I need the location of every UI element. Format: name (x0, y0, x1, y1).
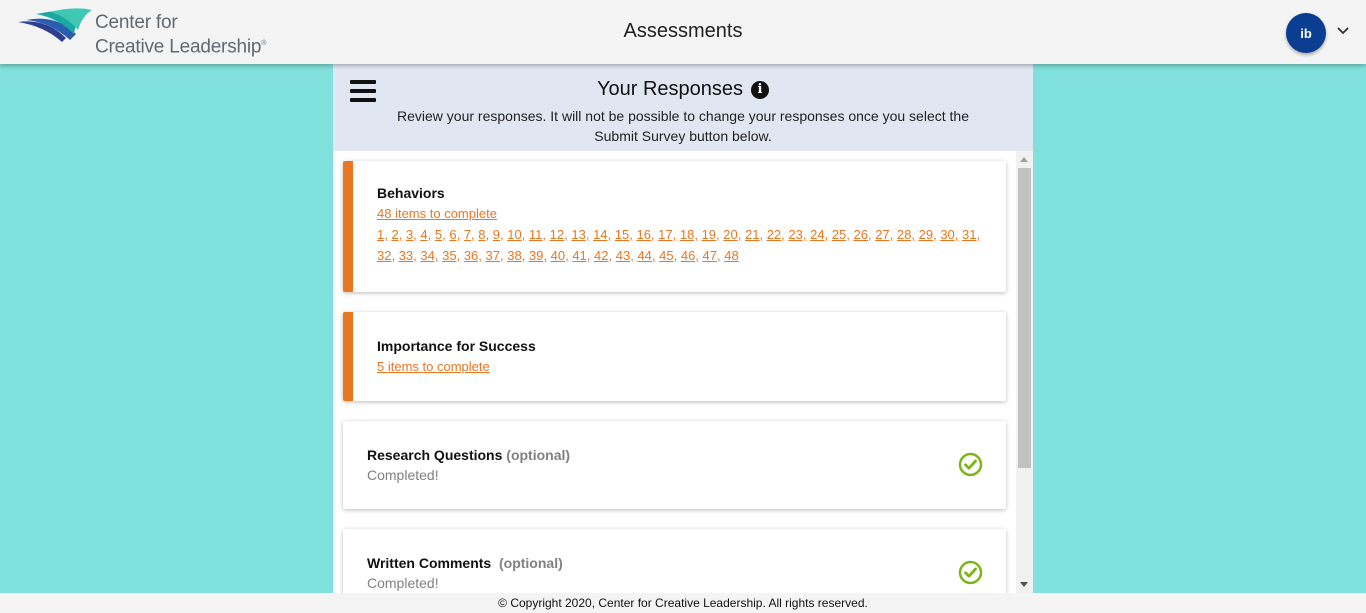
item-link[interactable]: 46, (681, 248, 699, 263)
item-link[interactable]: 3, (406, 227, 417, 242)
optional-label: (optional) (506, 447, 571, 463)
section-title: Research Questions (optional) (367, 447, 571, 463)
item-link[interactable]: 31, (962, 227, 980, 242)
check-circle-icon (958, 560, 983, 585)
item-link[interactable]: 6, (449, 227, 460, 242)
panel-instructions: Review your responses. It will not be po… (397, 108, 969, 144)
scroll-up-arrow-icon[interactable] (1020, 157, 1028, 162)
completed-status: Completed! (367, 467, 439, 483)
section-card-written-comments: Written Comments (optional) Completed! (343, 529, 1006, 593)
section-title: Importance for Success (377, 338, 536, 354)
item-link[interactable]: 16, (636, 227, 654, 242)
user-avatar[interactable]: ib (1286, 13, 1326, 53)
item-link[interactable]: 23, (788, 227, 806, 242)
item-link[interactable]: 11, (529, 227, 546, 242)
item-link[interactable]: 41, (572, 248, 590, 263)
panel-title-text: Your Responses (596, 78, 744, 100)
item-link[interactable]: 35, (442, 248, 460, 263)
item-link[interactable]: 19, (702, 227, 720, 242)
item-link[interactable]: 18, (680, 227, 698, 242)
item-link[interactable]: 8, (478, 227, 489, 242)
panel-title: Your Responses i (333, 78, 1033, 101)
item-link[interactable]: 36, (464, 248, 482, 263)
item-link[interactable]: 20, (723, 227, 741, 242)
section-card-behaviors: Behaviors 48 items to complete 1, 2, 3, … (343, 161, 1006, 292)
section-title: Written Comments (optional) (367, 555, 563, 571)
item-link[interactable]: 42, (594, 248, 612, 263)
item-link[interactable]: 38, (507, 248, 525, 263)
item-link[interactable]: 22, (767, 227, 785, 242)
items-to-complete-link[interactable]: 48 items to complete (377, 203, 1006, 224)
item-link[interactable]: 39, (529, 248, 547, 263)
item-link[interactable]: 34, (420, 248, 438, 263)
item-link[interactable]: 47, (703, 248, 721, 263)
item-link[interactable]: 33, (399, 248, 417, 263)
item-link[interactable]: 26, (854, 227, 872, 242)
responses-panel: Your Responses i Review your responses. I… (333, 64, 1033, 593)
item-link[interactable]: 27, (875, 227, 893, 242)
item-link[interactable]: 32, (377, 248, 395, 263)
items-to-complete-link[interactable]: 5 items to complete (377, 356, 1006, 377)
item-link[interactable]: 7, (464, 227, 475, 242)
item-link[interactable]: 17, (658, 227, 676, 242)
item-link[interactable]: 21, (745, 227, 763, 242)
item-link[interactable]: 24, (810, 227, 828, 242)
item-link[interactable]: 2, (391, 227, 402, 242)
item-link[interactable]: 30, (940, 227, 958, 242)
incomplete-item-list: 1, 2, 3, 4, 5, 6, 7, 8, 9, 10, 11, 12, 1… (377, 224, 987, 266)
section-card-research: Research Questions (optional) Completed! (343, 421, 1006, 509)
item-link[interactable]: 40, (551, 248, 569, 263)
check-circle-icon (958, 452, 983, 477)
item-link[interactable]: 45, (659, 248, 677, 263)
vertical-scrollbar[interactable] (1016, 151, 1033, 593)
app-title: Assessments (623, 20, 743, 42)
footer-copyright: © Copyright 2020, Center for Creative Le… (0, 593, 1366, 613)
item-link[interactable]: 44, (637, 248, 655, 263)
chevron-down-icon[interactable] (1336, 24, 1350, 38)
section-card-importance: Importance for Success 5 items to comple… (343, 312, 1006, 401)
scroll-down-arrow-icon[interactable] (1020, 582, 1028, 587)
item-link[interactable]: 28, (897, 227, 915, 242)
section-title: Behaviors (377, 185, 445, 201)
item-link[interactable]: 48 (724, 248, 738, 263)
item-link[interactable]: 5, (435, 227, 446, 242)
item-link[interactable]: 15, (615, 227, 633, 242)
item-link[interactable]: 14, (593, 227, 611, 242)
top-bar: Center for Creative Leadership® Assessme… (0, 0, 1366, 64)
item-link[interactable]: 9, (493, 227, 504, 242)
item-link[interactable]: 37, (486, 248, 504, 263)
item-link[interactable]: 13, (571, 227, 589, 242)
scrollbar-thumb[interactable] (1018, 168, 1031, 468)
optional-label: (optional) (498, 555, 563, 571)
item-link[interactable]: 10, (507, 227, 525, 242)
item-link[interactable]: 43, (616, 248, 634, 263)
item-link[interactable]: 12, (550, 227, 568, 242)
info-icon[interactable]: i (751, 81, 770, 99)
item-link[interactable]: 1, (377, 227, 388, 242)
completed-status: Completed! (367, 575, 439, 591)
panel-header: Your Responses i Review your responses. I… (333, 64, 1033, 151)
sections-scroll-area[interactable]: Behaviors 48 items to complete 1, 2, 3, … (333, 151, 1033, 593)
item-link[interactable]: 4, (420, 227, 431, 242)
item-link[interactable]: 25, (832, 227, 850, 242)
item-link[interactable]: 29, (919, 227, 937, 242)
